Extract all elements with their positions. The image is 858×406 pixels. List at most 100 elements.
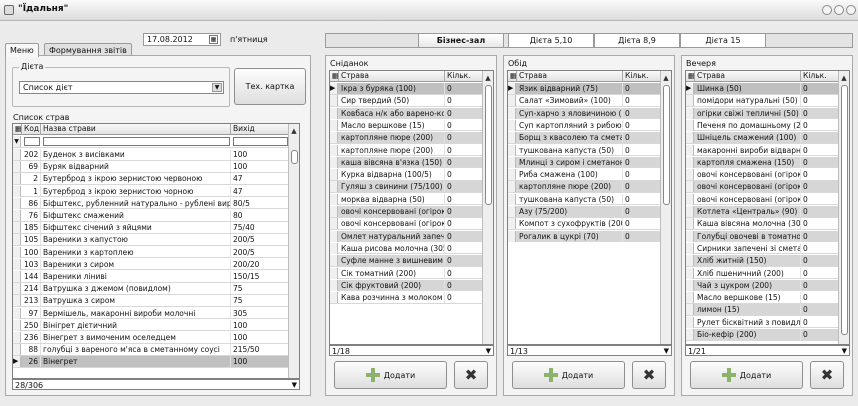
table-row[interactable]: ▶ Шинка (50) 0 bbox=[686, 83, 849, 95]
breakfast-delete-button[interactable]: ✖ bbox=[454, 361, 488, 389]
col-code[interactable]: Код bbox=[22, 124, 41, 135]
table-row[interactable]: каша вівсяна в'язка (150) 0 bbox=[330, 156, 493, 169]
scroll-down-icon[interactable]: ▼ bbox=[292, 380, 297, 391]
table-row[interactable]: 214 Ватрушка з джемом (повидлом) 75 bbox=[13, 283, 299, 295]
maximize-button[interactable] bbox=[834, 5, 844, 15]
business-hall-button[interactable]: Бізнес-зал bbox=[418, 33, 504, 48]
table-row[interactable]: Борщ з квасолею та сметаною0 bbox=[508, 132, 671, 144]
minimize-button[interactable] bbox=[822, 5, 832, 15]
table-row[interactable]: Хліб житній (150) 0 bbox=[686, 255, 849, 267]
scroll-thumb[interactable] bbox=[291, 150, 298, 164]
table-row[interactable]: овочі консервовані (огірок) (0 bbox=[330, 206, 493, 218]
lunch-add-button[interactable]: Додати bbox=[512, 361, 625, 389]
dish-list-scrollbar[interactable]: ▲ bbox=[288, 124, 299, 378]
table-row[interactable]: макаронні вироби відварні 0 bbox=[686, 144, 849, 156]
table-row[interactable]: Котлета «Централь» (90) 0 bbox=[686, 206, 849, 218]
table-row[interactable]: лимон (15) 0 bbox=[686, 304, 849, 316]
col-dish[interactable]: Страва bbox=[517, 71, 623, 82]
table-row[interactable]: 88 голубці з вареного м'яса в сметанному … bbox=[13, 344, 299, 356]
table-row[interactable]: Суп-харчо з яловичиною (5 0 bbox=[508, 107, 671, 120]
table-row[interactable]: Голубці овочеві в томатном 0 bbox=[686, 230, 849, 243]
table-row[interactable]: 2 Бутерброд з ікрою зернистою червоною 47 bbox=[13, 173, 299, 185]
table-row[interactable]: огірки свіжі тепличні (50) 0 bbox=[686, 107, 849, 120]
table-row[interactable]: 105 Вареники з капустою 200/5 bbox=[13, 234, 299, 246]
diet-5-10-button[interactable]: Дієта 5,10 bbox=[508, 33, 594, 48]
table-row[interactable]: 103 Вареники з сиром 200/20 bbox=[13, 258, 299, 271]
scroll-up-icon[interactable]: ▲ bbox=[483, 73, 493, 83]
table-row[interactable]: Кава розчинна з молоком (200)0 bbox=[330, 292, 493, 304]
table-row[interactable]: Сир твердий (50) 0 bbox=[330, 95, 493, 107]
col-name[interactable]: Назва страви bbox=[41, 124, 231, 135]
table-row[interactable]: картопляне пюре (200) 0 bbox=[330, 132, 493, 144]
table-row[interactable]: помідори натуральні (50) 0 bbox=[686, 95, 849, 107]
table-row[interactable]: Гуляш з свинини (75/100) 0 bbox=[330, 181, 493, 193]
breakfast-add-button[interactable]: Додати bbox=[334, 361, 447, 389]
col-dish[interactable]: Страва bbox=[339, 71, 445, 82]
chevron-down-icon[interactable]: ▼ bbox=[212, 83, 222, 92]
table-row[interactable]: 185 Біфштекс січений з яйцями 75/40 bbox=[13, 222, 299, 234]
table-row[interactable]: 1 Бутерброд з ікрою зернистою чорною 47 bbox=[13, 185, 299, 198]
table-row[interactable]: овочі консервовані (огірок) 0 bbox=[686, 181, 849, 193]
table-row[interactable]: 144 Вареники ліниві 150/15 bbox=[13, 271, 299, 283]
scroll-up-icon[interactable]: ▲ bbox=[839, 73, 849, 83]
col-qty[interactable]: Кільк. bbox=[445, 71, 483, 82]
diet-select[interactable]: Список дієт ▼ bbox=[19, 81, 224, 94]
table-row[interactable]: картопляне пюре (200) 0 bbox=[330, 144, 493, 156]
filter-name-input[interactable] bbox=[43, 137, 230, 146]
table-row[interactable]: тушкована капуста (50) 0 bbox=[508, 193, 671, 206]
table-row[interactable]: Біо-кефір (200) 0 bbox=[686, 329, 849, 341]
scroll-thumb[interactable] bbox=[841, 85, 848, 335]
diet-15-button[interactable]: Дієта 15 bbox=[680, 33, 766, 48]
table-row[interactable]: Масло вершкове (15) 0 bbox=[686, 292, 849, 304]
table-row[interactable]: картопля смажена (150) 0 bbox=[686, 156, 849, 169]
table-row[interactable]: 86 Біфштекс, рубленний натурально - рубле… bbox=[13, 197, 299, 210]
table-row[interactable]: Ковбаса н/к або варено-копчена0 bbox=[330, 107, 493, 120]
date-field[interactable]: 17.08.2012 ▦ bbox=[143, 33, 221, 46]
table-row[interactable]: Салат «Зимовий» (100) 0 bbox=[508, 95, 671, 107]
tab-menu[interactable]: Меню bbox=[5, 43, 39, 57]
scroll-up-icon[interactable]: ▲ bbox=[289, 126, 299, 136]
scroll-down-icon[interactable]: ▼ bbox=[486, 346, 491, 357]
table-row[interactable]: 236 Вінегрет з вимоченим оселедцем 100 bbox=[13, 332, 299, 344]
table-row[interactable]: Каша рисова молочна (305) 0 bbox=[330, 242, 493, 255]
table-row[interactable]: морква відварна (50) 0 bbox=[330, 193, 493, 206]
table-row[interactable]: 97 Вермішель, макаронні вироби молочні 305 bbox=[13, 307, 299, 320]
table-row[interactable]: Шніцель смажений (100) 0 bbox=[686, 132, 849, 144]
tech-card-button[interactable]: Тех. картка bbox=[234, 68, 306, 105]
table-row[interactable]: Курка відварна (100/5) 0 bbox=[330, 169, 493, 181]
dinner-scrollbar[interactable]: ▲ bbox=[838, 71, 849, 344]
table-row[interactable]: 250 Вінігрет дієтичний 100 bbox=[13, 319, 299, 332]
breakfast-scrollbar[interactable]: ▲ bbox=[482, 71, 493, 344]
table-row[interactable]: Суп картопляний з рибою (0 bbox=[508, 119, 671, 132]
table-row[interactable]: Азу (75/200) 0 bbox=[508, 206, 671, 218]
table-row[interactable]: Рогалик в цукрі (70) 0 bbox=[508, 230, 671, 243]
table-row[interactable]: Чай з цукром (200) 0 bbox=[686, 279, 849, 292]
col-qty[interactable]: Кільк. bbox=[623, 71, 661, 82]
table-row[interactable]: Рулет бісквітний з повидлом 0 bbox=[686, 316, 849, 329]
close-button[interactable] bbox=[846, 5, 856, 15]
scroll-down-icon[interactable]: ▼ bbox=[664, 346, 669, 357]
table-row[interactable]: Сік фруктовий (200) 0 bbox=[330, 279, 493, 292]
table-row[interactable]: Масло вершкове (15) 0 bbox=[330, 119, 493, 132]
table-row[interactable]: овочі консервовані (огірок) 0 bbox=[686, 193, 849, 206]
table-row[interactable]: Каша вівсяна молочна (305 0 bbox=[686, 218, 849, 230]
table-row[interactable]: овочі консервовані (огірок) (0 bbox=[330, 218, 493, 230]
table-row[interactable]: Сік томатний (200) 0 bbox=[330, 267, 493, 279]
col-output[interactable]: Вихід bbox=[231, 124, 289, 135]
scroll-down-icon[interactable]: ▼ bbox=[842, 346, 847, 357]
table-row[interactable]: ▶ Ікра з буряка (100) 0 bbox=[330, 83, 493, 95]
table-row[interactable]: Риба смажена (100) 0 bbox=[508, 169, 671, 181]
lunch-scrollbar[interactable]: ▲ bbox=[660, 71, 671, 344]
table-row[interactable]: 76 Біфштекс смажений 80 bbox=[13, 210, 299, 222]
table-row[interactable]: Компот з сухофруктів (200) 0 bbox=[508, 218, 671, 230]
table-row[interactable]: 213 Ватрушка з сиром 75 bbox=[13, 295, 299, 307]
diet-8-9-button[interactable]: Дієта 8,9 bbox=[594, 33, 680, 48]
table-row[interactable]: 202 Буденок з висівками 100 bbox=[13, 149, 299, 161]
filter-output-input[interactable] bbox=[233, 137, 288, 146]
lunch-delete-button[interactable]: ✖ bbox=[632, 361, 666, 389]
table-row[interactable]: Суфле манне з вишневим варенням0 bbox=[330, 255, 493, 267]
table-row[interactable]: овочі консервовані (огірок) 0 bbox=[686, 169, 849, 181]
table-row[interactable]: картопляне пюре (200) 0 bbox=[508, 181, 671, 193]
table-row[interactable]: тушкована капуста (50) 0 bbox=[508, 144, 671, 156]
col-dish[interactable]: Страва bbox=[695, 71, 801, 82]
